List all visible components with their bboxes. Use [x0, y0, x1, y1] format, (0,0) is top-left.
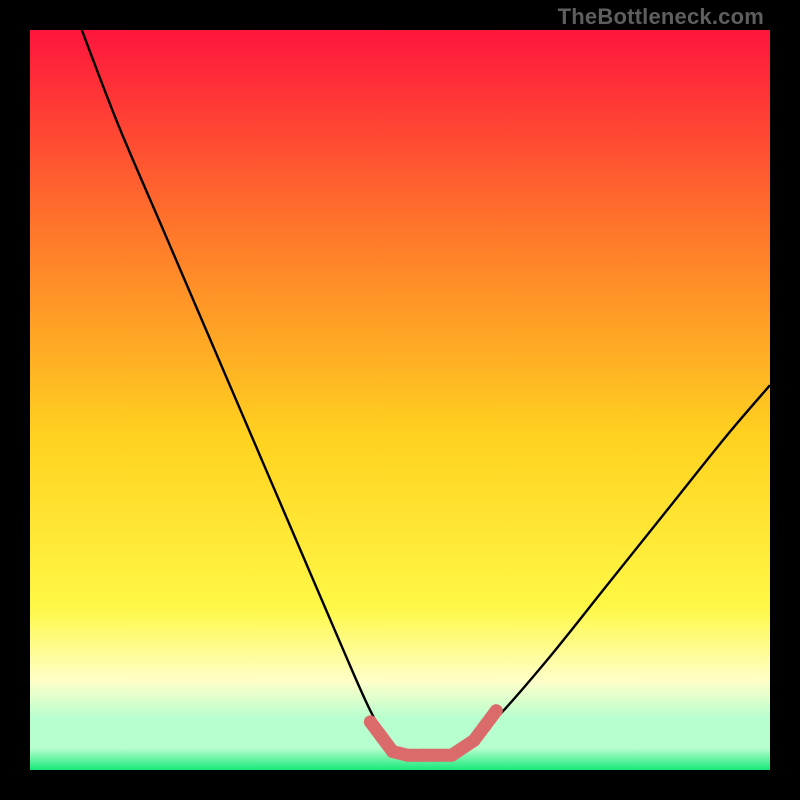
- marker-dot: [375, 730, 388, 743]
- watermark-text: TheBottleneck.com: [558, 4, 764, 30]
- outer-black-frame: TheBottleneck.com: [0, 0, 800, 800]
- marker-dot: [364, 715, 377, 728]
- chart-svg: [30, 30, 770, 770]
- bottom-markers: [364, 704, 503, 755]
- plot-area: [30, 30, 770, 770]
- marker-dot: [479, 719, 492, 732]
- marker-dot: [490, 704, 503, 717]
- bottleneck-curve: [82, 30, 770, 756]
